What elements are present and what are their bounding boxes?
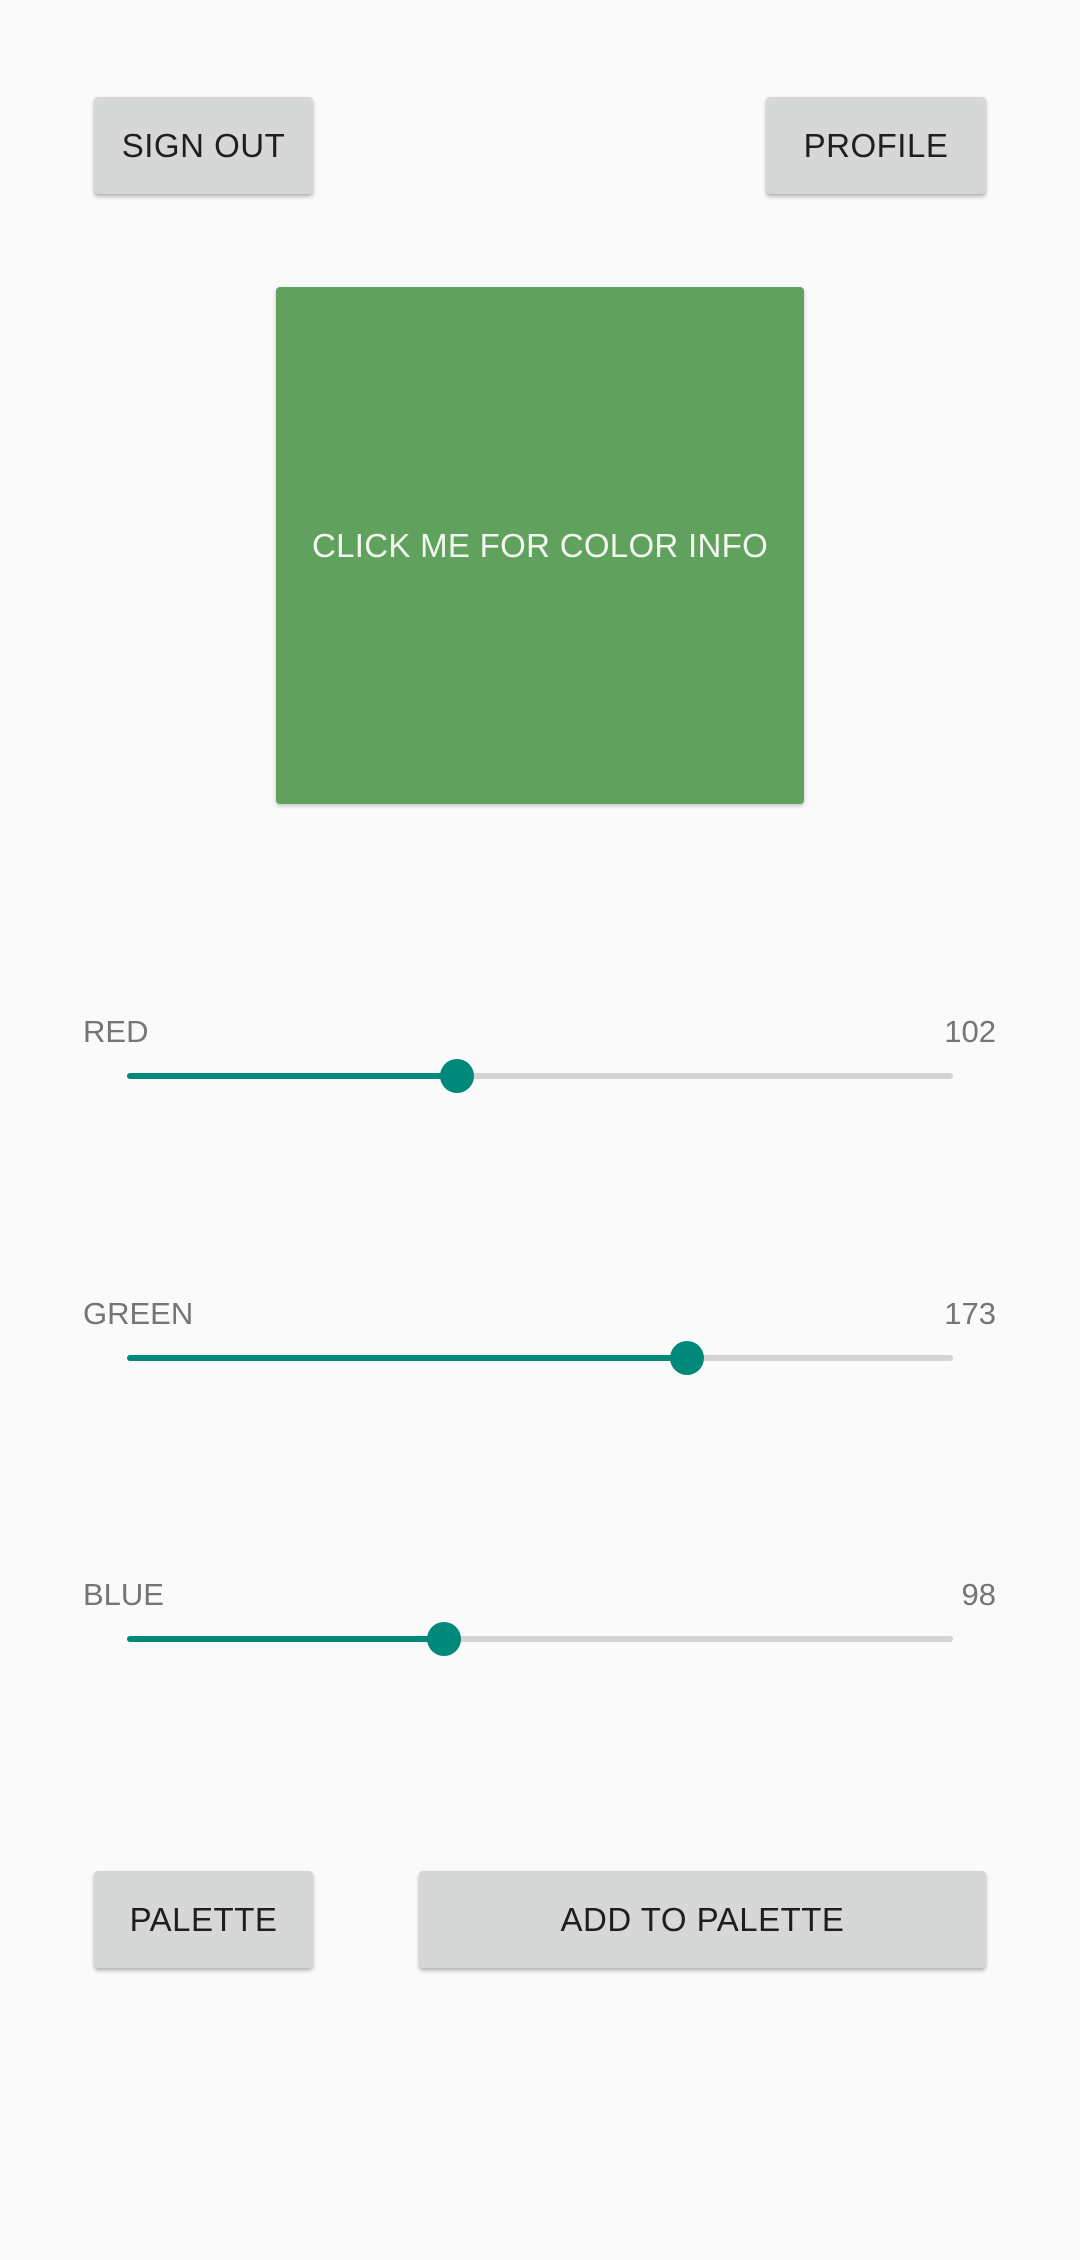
green-slider-thumb[interactable] [670, 1341, 705, 1375]
green-slider[interactable] [127, 1341, 953, 1375]
red-slider[interactable] [127, 1059, 953, 1093]
red-slider-value: 102 [944, 1014, 996, 1049]
red-slider-thumb[interactable] [440, 1059, 475, 1093]
color-picker-screen: SIGN OUT PROFILE CLICK ME FOR COLOR INFO… [0, 0, 1080, 2260]
color-swatch-button[interactable]: CLICK ME FOR COLOR INFO [276, 287, 804, 804]
green-slider-value: 173 [944, 1296, 996, 1331]
add-to-palette-button[interactable]: ADD TO PALETTE [419, 1871, 986, 1968]
blue-slider-label: BLUE [83, 1577, 164, 1612]
blue-slider[interactable] [127, 1622, 953, 1656]
blue-slider-value: 98 [961, 1577, 996, 1612]
palette-button[interactable]: PALETTE [94, 1871, 313, 1968]
blue-slider-fill [127, 1636, 445, 1642]
red-slider-label: RED [83, 1014, 149, 1049]
green-slider-fill [127, 1355, 688, 1361]
green-slider-label: GREEN [83, 1296, 194, 1331]
blue-slider-thumb[interactable] [427, 1622, 462, 1656]
color-swatch-label: CLICK ME FOR COLOR INFO [311, 526, 769, 564]
red-slider-fill [127, 1073, 458, 1079]
sign-out-button[interactable]: SIGN OUT [94, 97, 313, 194]
profile-button[interactable]: PROFILE [766, 97, 986, 194]
